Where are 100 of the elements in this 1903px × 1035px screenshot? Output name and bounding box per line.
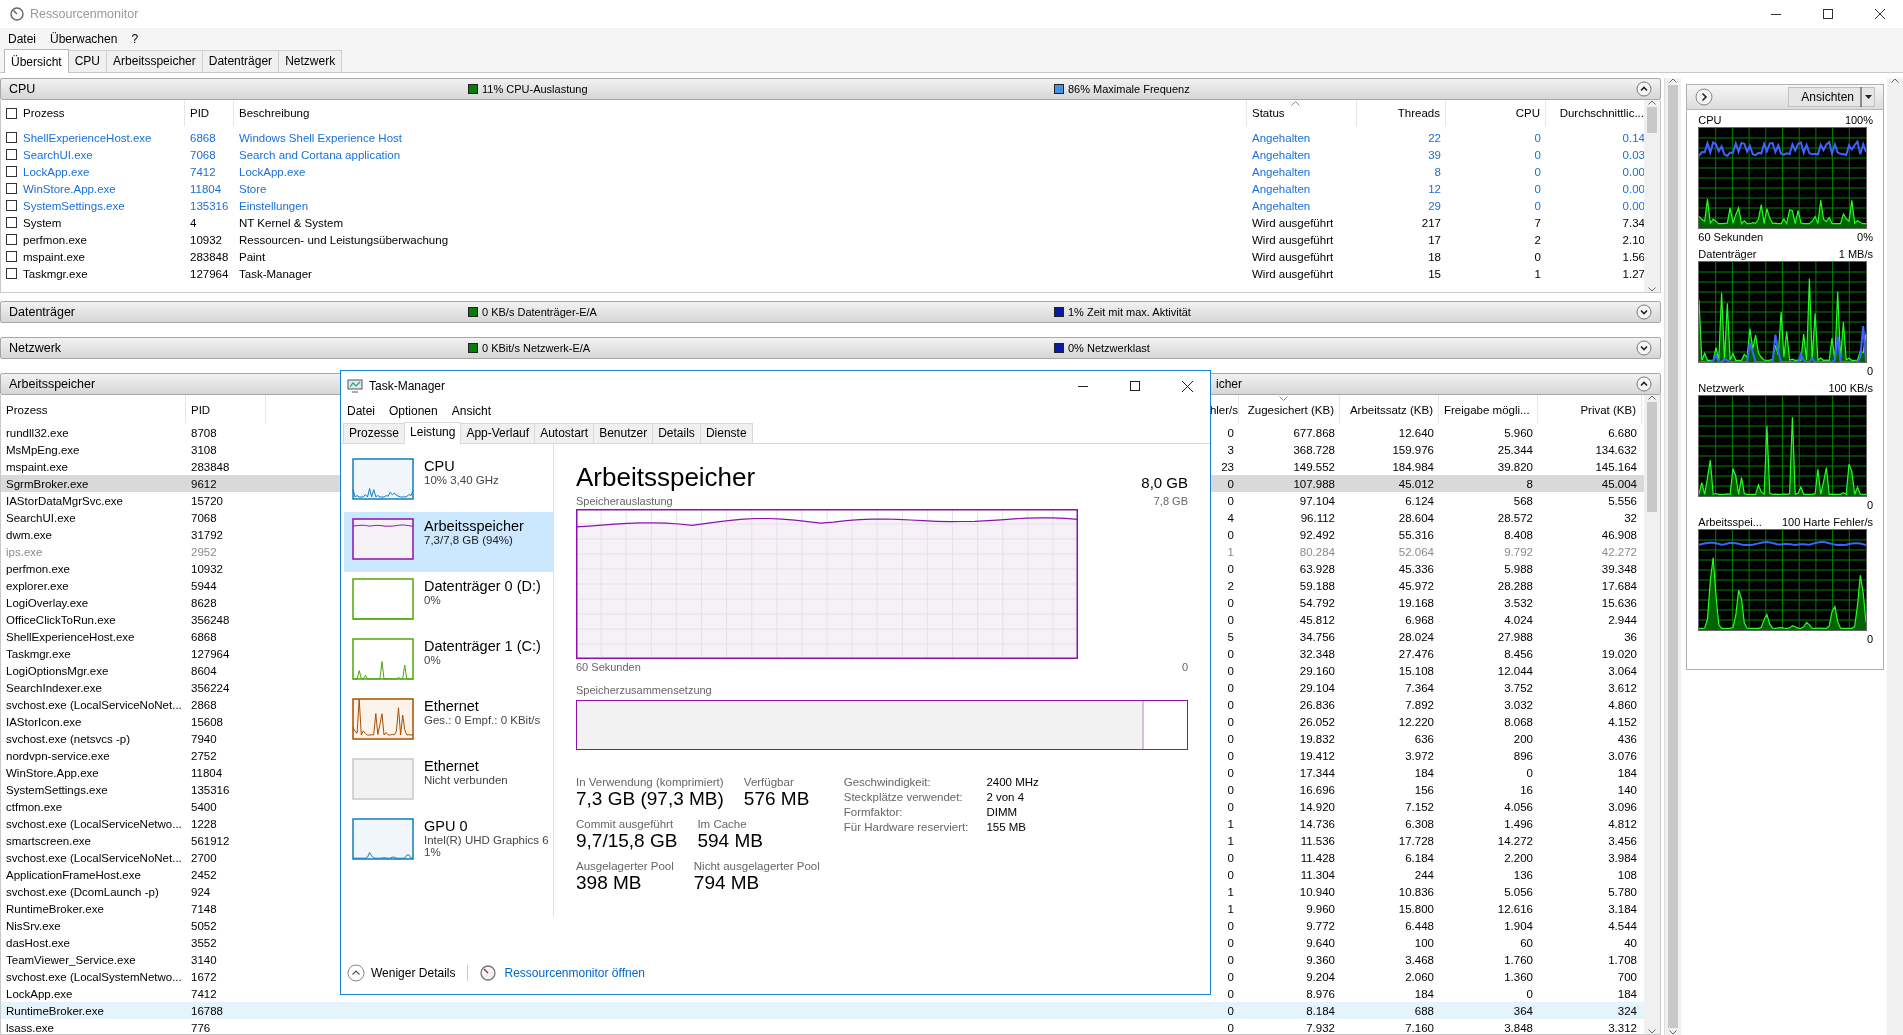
table-cell: 7412 (191, 987, 217, 1000)
table-cell: 4.152 (1608, 715, 1637, 728)
table-cell: 3.612 (1608, 681, 1637, 694)
device-detail: Nicht verbunden (424, 774, 508, 786)
table-cell: SearchUI.exe (6, 511, 76, 524)
table-cell: 16788 (191, 1004, 223, 1017)
table-cell: 17.344 (1299, 766, 1335, 779)
window-title: Task-Manager (369, 379, 446, 393)
graph-label: Speicherauslastung (576, 495, 673, 507)
stat-label: Ausgelagerter Pool (576, 860, 674, 872)
table-cell: Angehalten (1252, 182, 1311, 195)
table-cell: 8628 (191, 596, 217, 609)
table-cell: 135316 (191, 783, 230, 796)
table-cell: svchost.exe (DcomLaunch -p) (6, 885, 159, 898)
table-cell: 0 (1227, 936, 1234, 949)
table-cell: 17 (1428, 233, 1441, 246)
table-cell: 7068 (191, 511, 217, 524)
table-cell: 364 (1513, 1004, 1533, 1017)
table-cell: 27.476 (1398, 647, 1434, 660)
table-cell: 924 (191, 885, 211, 898)
table-cell: 283848 (190, 250, 229, 263)
table-cell: 3.752 (1504, 681, 1533, 694)
table-cell: 12 (1428, 182, 1441, 195)
table-cell: 5.556 (1608, 494, 1637, 507)
table-cell: 26.836 (1299, 698, 1335, 711)
table-cell: 45.012 (1398, 477, 1434, 490)
graph-scale: 1 MB/s (1838, 247, 1873, 260)
table-cell: 159.976 (1392, 443, 1434, 456)
table-cell: SystemSettings.exe (6, 783, 108, 796)
table-cell: Windows Shell Experience Host (239, 131, 402, 144)
table-cell: 568 (1513, 494, 1533, 507)
stat-value: 7,3 GB (97,3 MB) (576, 788, 724, 810)
table-cell: 1 (1227, 902, 1234, 915)
table-cell: 184 (1414, 766, 1434, 779)
table-cell: SgrmBroker.exe (6, 477, 89, 490)
table-cell: 54.792 (1299, 596, 1335, 609)
graph-scale: 100 Harte Fehler/s (1781, 515, 1873, 528)
table-cell: 2452 (191, 868, 217, 881)
spec-value: DIMM (986, 806, 1019, 818)
table-cell: 11.304 (1300, 868, 1335, 881)
table-cell: 561912 (191, 834, 230, 847)
table-cell: 80.284 (1299, 545, 1335, 558)
table-cell: 15 (1428, 267, 1441, 280)
device-detail: 1% (424, 846, 442, 858)
table-cell: 4.056 (1504, 800, 1533, 813)
section-title: CPU (9, 82, 36, 96)
table-cell: ApplicationFrameHost.exe (6, 868, 141, 881)
table-cell: 45.336 (1398, 562, 1434, 575)
table-cell: 0.03 (1622, 148, 1645, 161)
table-cell: 11.536 (1300, 834, 1335, 847)
table-cell: 0 (1227, 477, 1234, 490)
table-cell: 0 (1534, 250, 1541, 263)
table-cell: 19.832 (1299, 732, 1335, 745)
table-cell: 0 (1227, 970, 1234, 983)
table-cell: 127964 (191, 647, 230, 660)
spec-label: Formfaktor: (843, 806, 904, 818)
table-cell: 356248 (191, 613, 230, 626)
table-cell: ShellExperienceHost.exe (6, 630, 135, 643)
table-cell: Ressourcen- und Leistungsüberwachung (239, 233, 449, 246)
table-cell: 140 (1617, 783, 1637, 796)
table-cell: svchost.exe (LocalServiceNoNet... (6, 698, 182, 711)
table-cell: 1 (1227, 834, 1234, 847)
table-cell: LogiOverlay.exe (6, 596, 89, 609)
table-cell: 14.272 (1497, 834, 1533, 847)
table-cell: 8.456 (1504, 647, 1533, 660)
table-cell: 10932 (190, 233, 222, 246)
table-cell: 0 (1227, 868, 1234, 881)
table-cell: 15608 (191, 715, 223, 728)
table-cell: LockApp.exe (239, 165, 306, 178)
indicator-text: 0 KB/s Datenträger-E/A (482, 306, 597, 318)
device-name: Ethernet (424, 758, 480, 774)
table-cell: 25.344 (1497, 443, 1533, 456)
table-cell: perfmon.exe (6, 562, 70, 575)
table-cell: 2.944 (1608, 613, 1637, 626)
table-cell: 368.728 (1293, 443, 1335, 456)
table-cell: 7.364 (1405, 681, 1434, 694)
spec-label: Für Hardware reserviert: (843, 821, 969, 833)
table-cell: 32.348 (1299, 647, 1335, 660)
table-cell: 9612 (191, 477, 217, 490)
graph-scale: 100% (1844, 113, 1873, 126)
table-cell: 19.020 (1601, 647, 1637, 660)
table-cell: 19.168 (1398, 596, 1434, 609)
table-cell: 19.412 (1299, 749, 1335, 762)
table-cell: RuntimeBroker.exe (6, 902, 104, 915)
table-cell: 10.836 (1398, 885, 1434, 898)
table-cell: 3140 (191, 953, 217, 966)
table-cell: 4.544 (1608, 919, 1637, 932)
table-cell: Store (239, 182, 267, 195)
table-cell: 3.032 (1504, 698, 1533, 711)
table-cell: 28.604 (1398, 511, 1434, 524)
table-cell: Angehalten (1252, 131, 1311, 144)
table-cell: 15.800 (1398, 902, 1434, 915)
device-detail: Ges.: 0 Empf.: 0 KBit/s (424, 714, 541, 726)
table-cell: 896 (1513, 749, 1533, 762)
indicator-text: 11% CPU-Auslastung (482, 83, 588, 95)
table-cell: 14.920 (1299, 800, 1335, 813)
table-cell: LockApp.exe (23, 165, 90, 178)
graph-scale: 0 (1866, 632, 1873, 645)
table-cell: 100 (1414, 936, 1434, 949)
table-cell: 29 (1428, 199, 1441, 212)
